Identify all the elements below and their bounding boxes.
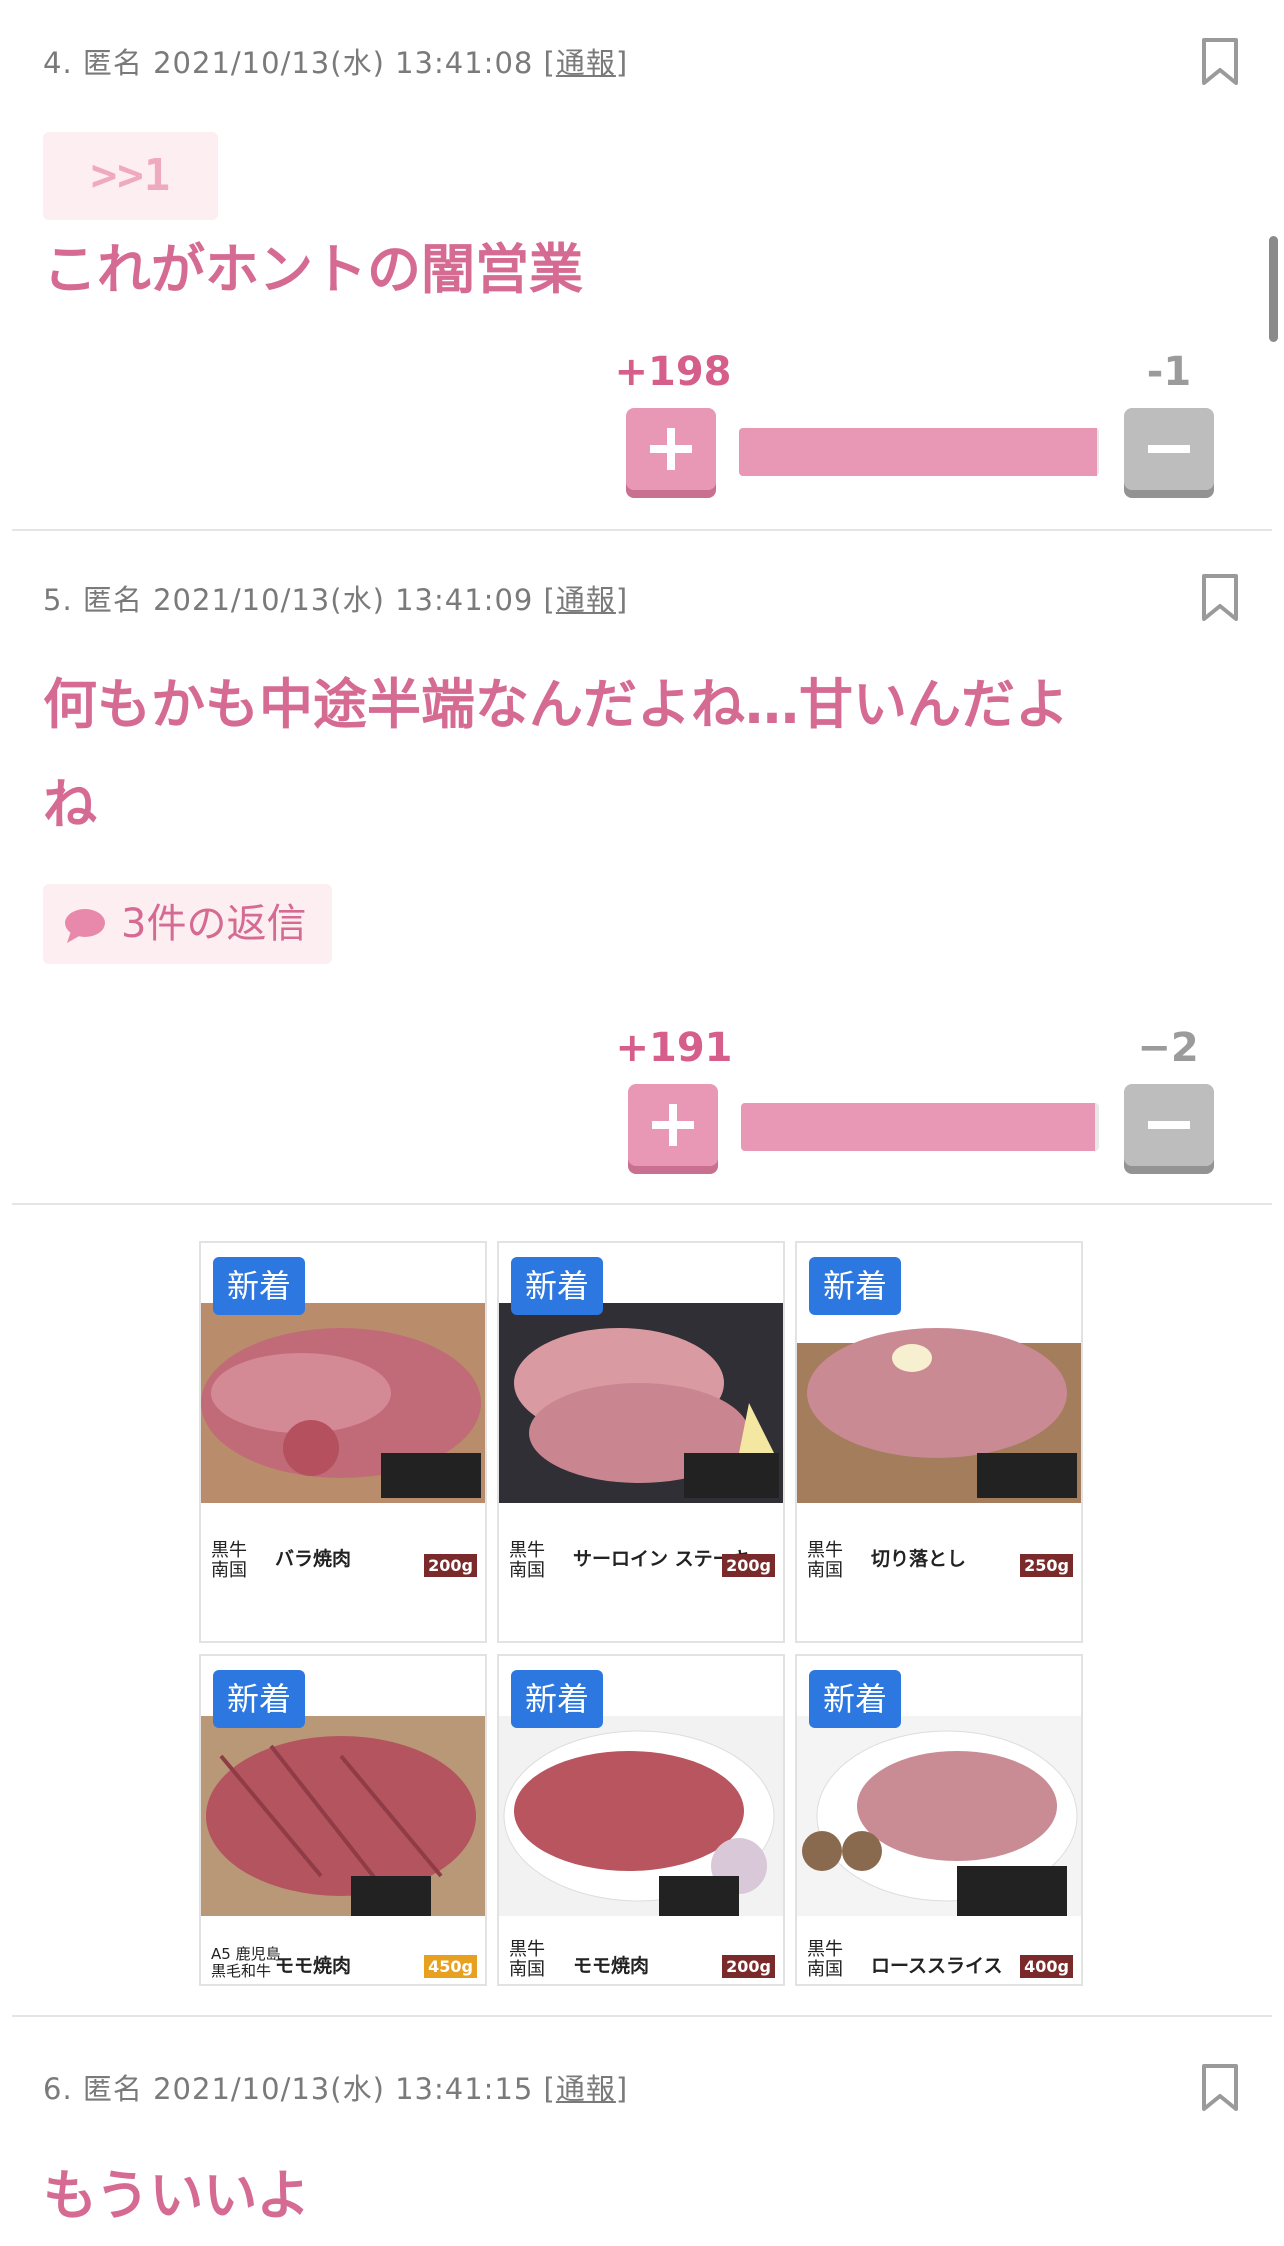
comment-meta-suffix: ] [615,2072,629,2106]
plus-count: +198 [614,349,732,395]
anchor-link[interactable]: >>1 [43,132,218,220]
product-image [201,1716,485,1916]
new-badge: 新着 [213,1670,305,1728]
plus-vote-button[interactable] [626,408,716,490]
ad-product-name: バラ焼肉 [275,1548,352,1570]
vote-ratio-fill [739,428,1098,476]
product-image [797,1716,1081,1916]
minus-count: -1 [1146,349,1192,395]
comment-body-line: もういいよ [43,2164,311,2227]
comment-body-line: これがホントの闇営業 [43,238,583,301]
plus-icon [652,1104,694,1146]
ad-product-card[interactable]: 新着 黒牛 南国 サーロイン ステーキ 200g [497,1241,785,1643]
comment-body: もういいよ [43,2146,1213,2246]
plus-vote-button[interactable] [628,1084,718,1166]
comment-body-line: ね [43,773,97,836]
report-link[interactable]: 通報 [556,583,616,617]
product-image [499,1716,783,1916]
report-link[interactable]: 通報 [556,46,616,80]
ad-brand: 黒牛 南国 [807,1540,843,1581]
comment-meta-text: 5. 匿名 2021/10/13(水) 13:41:09 [ [43,583,556,617]
ad-product-card[interactable]: 新着 黒牛 南国 ローススライス 400g [795,1654,1083,1986]
minus-vote-button[interactable] [1124,1084,1214,1166]
ad-weight: 250g [1020,1554,1073,1577]
ad-brand: A5 鹿児島 黒毛和牛 [211,1945,281,1980]
new-badge: 新着 [809,1670,901,1728]
comment-meta-text: 6. 匿名 2021/10/13(水) 13:41:15 [ [43,2072,556,2106]
ad-product-name: モモ焼肉 [573,1955,650,1977]
divider [12,529,1272,531]
vote-ratio-bar [739,428,1099,476]
ad-weight: 450g [424,1955,477,1978]
ad-product-name: 切り落とし [871,1548,967,1570]
speech-bubble-icon [65,909,105,943]
comment-body: これがホントの闇営業 [43,220,1213,320]
comment-meta: 5. 匿名 2021/10/13(水) 13:41:09 [通報] [43,577,628,619]
ad-product-name: ローススライス [871,1955,1003,1977]
ad-product-name: モモ焼肉 [275,1955,352,1977]
ad-product-card[interactable]: 新着 A5 鹿児島 黒毛和牛 モモ焼肉 450g [199,1654,487,1986]
comment-meta-text: 4. 匿名 2021/10/13(水) 13:41:08 [ [43,46,556,80]
ad-weight: 200g [722,1554,775,1577]
report-link[interactable]: 通報 [556,2072,616,2106]
vote-ratio-bar [741,1103,1099,1151]
minus-icon [1148,445,1190,453]
ad-block[interactable]: 新着 黒牛 南国 バラ焼肉 200g 新着 黒牛 南国 サーロイン ステーキ 2… [199,1241,1087,1986]
comment-meta-suffix: ] [615,583,629,617]
ad-weight: 400g [1020,1955,1073,1978]
new-badge: 新着 [809,1257,901,1315]
bookmark-icon[interactable] [1200,2064,1240,2112]
minus-vote-button[interactable] [1124,408,1214,490]
ad-brand: 黒牛 南国 [807,1939,843,1980]
plus-icon [650,428,692,470]
comment-meta-suffix: ] [615,46,629,80]
minus-icon [1148,1121,1190,1129]
ad-weight: 200g [722,1955,775,1978]
divider [12,2015,1272,2017]
divider [12,1203,1272,1205]
ad-product-card[interactable]: 新着 黒牛 南国 切り落とし 250g [795,1241,1083,1643]
minus-count: −2 [1137,1025,1199,1071]
new-badge: 新着 [511,1257,603,1315]
product-image [797,1303,1081,1503]
ad-brand: 黒牛 南国 [509,1540,545,1581]
ad-brand: 黒牛 南国 [509,1939,545,1980]
scrollbar[interactable] [1269,236,1278,342]
bookmark-icon[interactable] [1200,574,1240,622]
ad-weight: 200g [424,1554,477,1577]
new-badge: 新着 [511,1670,603,1728]
replies-label: 3件の返信 [121,901,307,947]
new-badge: 新着 [213,1257,305,1315]
vote-ratio-fill [741,1103,1096,1151]
ad-product-card[interactable]: 新着 黒牛 南国 モモ焼肉 200g [497,1654,785,1986]
replies-button[interactable]: 3件の返信 [43,884,333,964]
comment-body: 何もかも中途半端なんだよね…甘いんだよ ね [43,655,1213,855]
product-image [499,1303,783,1503]
ad-brand: 黒牛 南国 [211,1540,247,1581]
plus-count: +191 [615,1025,733,1071]
comment-meta: 4. 匿名 2021/10/13(水) 13:41:08 [通報] [43,40,628,82]
product-image [201,1303,485,1503]
comment-meta: 6. 匿名 2021/10/13(水) 13:41:15 [通報] [43,2066,628,2108]
comment-body-line: 何もかも中途半端なんだよね…甘いんだよ [43,673,1069,736]
ad-product-card[interactable]: 新着 黒牛 南国 バラ焼肉 200g [199,1241,487,1643]
bookmark-icon[interactable] [1200,38,1240,86]
